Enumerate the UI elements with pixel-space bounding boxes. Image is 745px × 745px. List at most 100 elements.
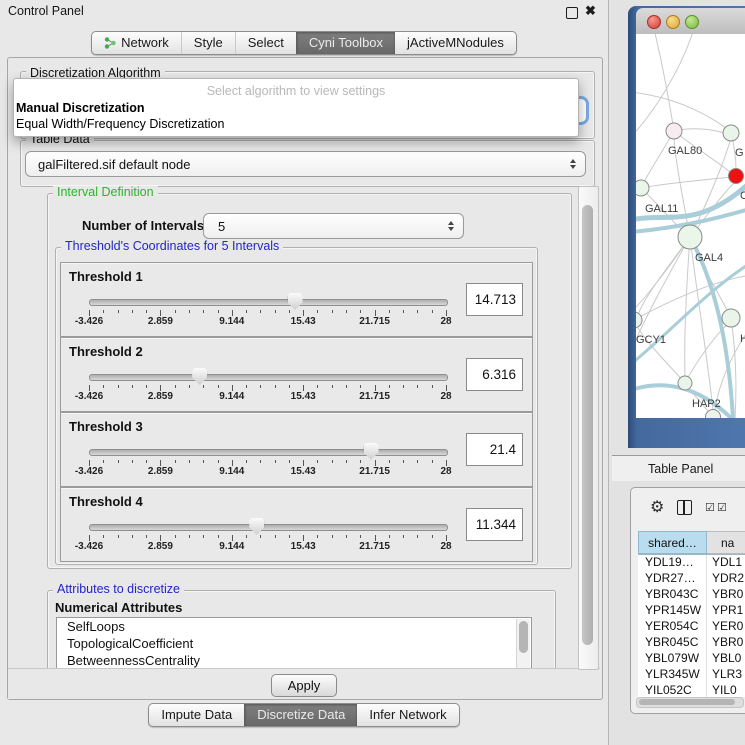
tick	[103, 535, 104, 538]
checkbox-icon[interactable]: ☑	[705, 501, 715, 514]
network-node-label: GAL80	[668, 145, 702, 157]
network-node-gal4[interactable]	[678, 225, 702, 249]
attribute-list-item[interactable]: TopologicalCoefficient	[57, 635, 531, 652]
threshold-value-field[interactable]: 6.316	[466, 358, 523, 391]
attributes-list-scrollbar[interactable]	[516, 619, 530, 668]
node-table[interactable]: shared… na YDL19…YDL1YDR27…YDR2YBR043CYB…	[638, 531, 745, 697]
attribute-list-item[interactable]: BetweennessCentrality	[57, 652, 531, 669]
network-icon	[104, 37, 116, 49]
zoom-traffic-light-icon[interactable]	[685, 15, 699, 29]
network-node-h[interactable]	[722, 309, 740, 327]
cell-name[interactable]: YBL0	[707, 651, 745, 667]
table-row[interactable]: YDR27…YDR2	[638, 571, 745, 587]
tick	[275, 535, 276, 538]
threshold-value-field[interactable]: 11.344	[466, 508, 523, 541]
column-header-name[interactable]: na	[707, 531, 745, 554]
tab-cyni-toolbox[interactable]: Cyni Toolbox	[296, 32, 395, 54]
table-data-combobox[interactable]: galFiltered.sif default node	[25, 151, 586, 177]
attributes-list-scrollbar-thumb[interactable]	[519, 621, 528, 653]
tab-impute-data[interactable]: Impute Data	[149, 704, 244, 726]
network-view-window[interactable]: GAL80GCGAL11GAL4GCY1HHAP2	[628, 6, 745, 448]
cell-shared-name[interactable]: YBR045C	[638, 635, 707, 651]
slider-track[interactable]	[89, 374, 448, 381]
attribute-list-item[interactable]: SelfLoops	[57, 618, 531, 635]
table-row[interactable]: YLR345WYLR3	[638, 667, 745, 683]
tick	[403, 460, 404, 463]
network-node-hap2[interactable]	[678, 376, 692, 390]
table-row[interactable]: YDL19…YDL1	[638, 555, 745, 571]
network-node-gcy1[interactable]	[636, 312, 642, 328]
tick	[132, 460, 133, 463]
cell-shared-name[interactable]: YDR27…	[638, 571, 707, 587]
tab-select[interactable]: Select	[235, 32, 296, 54]
network-canvas[interactable]: GAL80GCGAL11GAL4GCY1HHAP2	[636, 34, 745, 418]
tab-jactivemnodules[interactable]: jActiveMNodules	[395, 32, 516, 54]
cell-shared-name[interactable]: YLR345W	[638, 667, 707, 683]
table-row[interactable]: YIL052CYIL0	[638, 683, 745, 697]
tick	[175, 310, 176, 313]
tick-label: 15.43	[291, 391, 316, 402]
gear-icon[interactable]: ⚙	[650, 497, 664, 517]
cell-name[interactable]: YDL1	[707, 555, 745, 571]
checkbox-icon[interactable]: ☑	[717, 501, 727, 514]
network-node-c[interactable]	[729, 169, 744, 184]
cell-shared-name[interactable]: YBR043C	[638, 587, 707, 603]
network-window-titlebar[interactable]	[636, 8, 745, 35]
cell-name[interactable]: YBR0	[707, 635, 745, 651]
close-icon[interactable]: ✖	[585, 3, 596, 19]
cell-shared-name[interactable]: YPR145W	[638, 603, 707, 619]
cell-name[interactable]: YDR2	[707, 571, 745, 587]
cell-name[interactable]: YLR3	[707, 667, 745, 683]
column-layout-icon[interactable]	[677, 500, 692, 515]
panel-scrollbar[interactable]	[578, 186, 599, 670]
panel-scrollbar-thumb[interactable]	[582, 205, 593, 645]
tab-network[interactable]: Network	[92, 32, 181, 54]
numerical-attributes-label: Numerical Attributes	[55, 600, 182, 615]
number-of-intervals-combobox[interactable]: 5	[203, 213, 464, 239]
table-row[interactable]: YPR145WYPR1	[638, 603, 745, 619]
tick	[332, 310, 333, 313]
tick-label: 21.715	[359, 316, 390, 327]
table-row[interactable]: YBL079WYBL0	[638, 651, 745, 667]
tick	[417, 535, 418, 538]
table-horizontal-scrollbar[interactable]	[636, 697, 744, 708]
column-header-shared-name[interactable]: shared…	[638, 531, 707, 554]
cell-name[interactable]: YBR0	[707, 587, 745, 603]
tab-infer-network[interactable]: Infer Network	[357, 704, 458, 726]
threshold-value-field[interactable]: 21.4	[466, 433, 523, 466]
network-node-gal80[interactable]	[666, 123, 682, 139]
cell-shared-name[interactable]: YER054C	[638, 619, 707, 635]
tab-style[interactable]: Style	[181, 32, 235, 54]
cell-name[interactable]: YIL0	[707, 683, 745, 697]
table-horizontal-scrollbar-thumb[interactable]	[639, 699, 735, 705]
algorithm-option-manual[interactable]: Manual Discretization	[16, 101, 145, 115]
cell-shared-name[interactable]: YBL079W	[638, 651, 707, 667]
threshold-value-field[interactable]: 14.713	[466, 283, 523, 316]
table-row[interactable]: YBR045CYBR0	[638, 635, 745, 651]
close-traffic-light-icon[interactable]	[647, 15, 661, 29]
slider-thumb[interactable]	[364, 443, 379, 460]
threshold-box-4: Threshold 4-3.4262.8599.14415.4321.71528…	[60, 487, 533, 562]
float-window-icon[interactable]	[566, 7, 578, 19]
cell-shared-name[interactable]: YDL19…	[638, 555, 707, 571]
tab-discretize-data[interactable]: Discretize Data	[244, 704, 357, 726]
algorithm-placeholder-option[interactable]: Select algorithm to view settings	[14, 84, 578, 98]
table-row[interactable]: YBR043CYBR0	[638, 587, 745, 603]
cell-name[interactable]: YER0	[707, 619, 745, 635]
algorithm-option-equal-width[interactable]: Equal Width/Frequency Discretization	[16, 117, 224, 131]
slider-track[interactable]	[89, 299, 448, 306]
slider-thumb[interactable]	[288, 293, 303, 310]
network-node-g[interactable]	[723, 125, 739, 141]
numerical-attributes-list[interactable]: SelfLoopsTopologicalCoefficientBetweenne…	[56, 617, 532, 670]
slider-track[interactable]	[89, 449, 448, 456]
tick-label: 2.859	[148, 541, 173, 552]
apply-button[interactable]: Apply	[271, 674, 337, 697]
cell-name[interactable]: YPR1	[707, 603, 745, 619]
slider-thumb[interactable]	[249, 518, 264, 535]
slider-track[interactable]	[89, 524, 448, 531]
minimize-traffic-light-icon[interactable]	[666, 15, 680, 29]
cell-shared-name[interactable]: YIL052C	[638, 683, 707, 697]
network-node-gal11[interactable]	[636, 180, 649, 196]
slider-thumb[interactable]	[192, 368, 207, 385]
table-row[interactable]: YER054CYER0	[638, 619, 745, 635]
